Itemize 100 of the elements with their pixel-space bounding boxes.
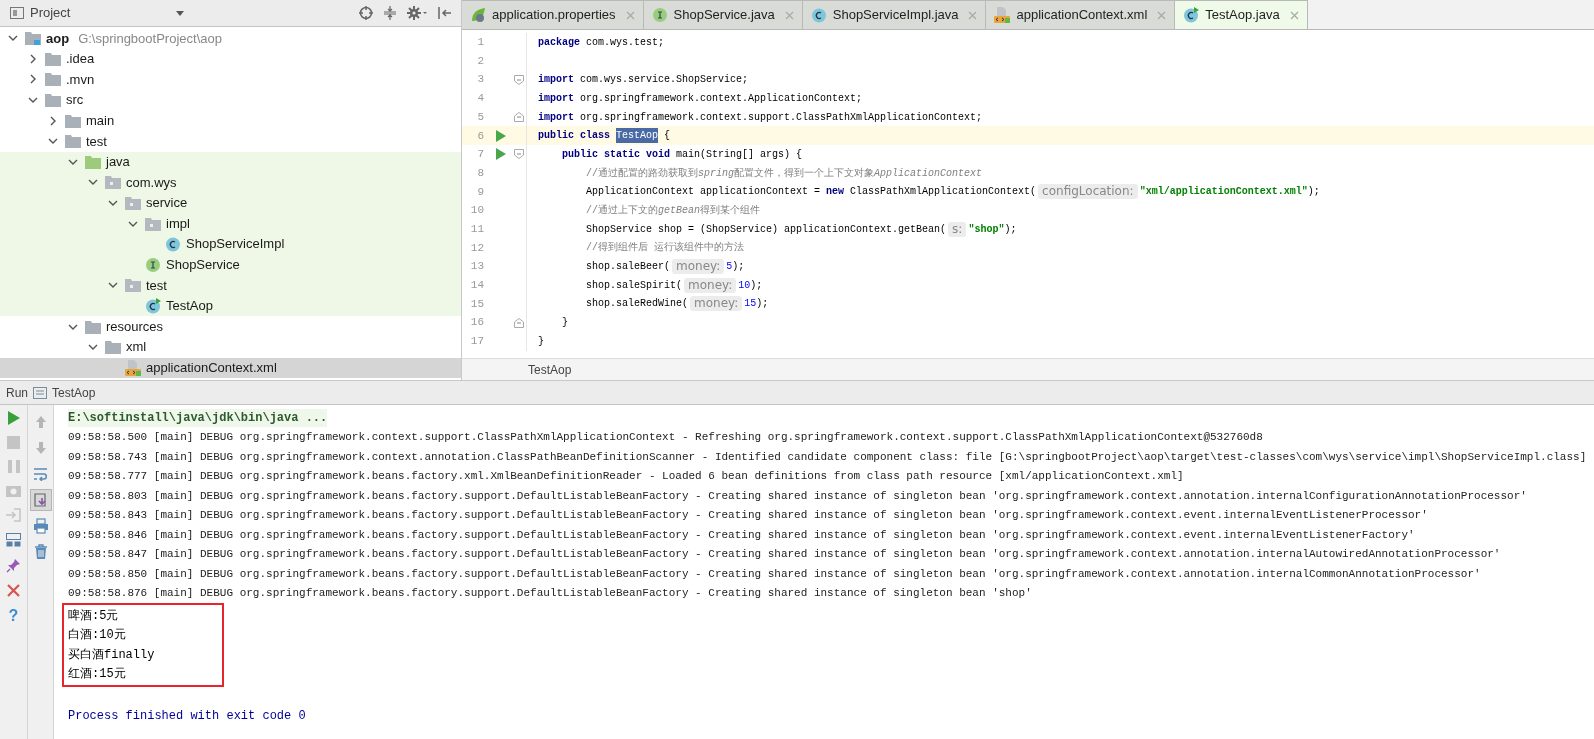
pin-icon[interactable] xyxy=(6,558,21,573)
tree-item[interactable]: .idea xyxy=(0,48,461,70)
code-line: shop.saleRedWine( money: 15); xyxy=(585,296,769,312)
code-line: } xyxy=(538,334,544,349)
code-line: ShopService shop = (ShopService) applicationContext.getBean( s: "shop"); xyxy=(585,221,1017,237)
code-line: //得到组件后 运行该组件中的方法 xyxy=(585,240,744,256)
folder-icon xyxy=(85,319,101,334)
code-line: shop.saleBeer( money: 5); xyxy=(585,259,745,275)
project-icon xyxy=(10,7,24,19)
console-line: 09:58:58.850 [main] DEBUG org.springframework.beans.factory.support.DefaultListableBeanFactory - Creating shared instance of singleton bean 'org.springframework.context.annotation.internalCommonAnnotationProcessor' xyxy=(68,566,1481,582)
tree-item[interactable]: test xyxy=(0,275,461,296)
panel-title: Project xyxy=(30,4,71,23)
chevron-right-icon[interactable] xyxy=(28,53,38,64)
leaf-icon xyxy=(470,7,486,23)
line-number: 2 xyxy=(476,53,484,69)
printer-icon[interactable] xyxy=(32,518,49,534)
package-icon xyxy=(105,175,121,190)
chevron-right-icon[interactable] xyxy=(48,115,58,126)
package-icon xyxy=(145,216,161,231)
line-number: 1 xyxy=(476,35,484,51)
code-line: } xyxy=(561,316,568,331)
close-icon[interactable] xyxy=(1289,10,1299,20)
project-path: G:\springbootProject\aop xyxy=(78,29,222,48)
run-icon[interactable] xyxy=(7,411,20,425)
folder-icon xyxy=(65,134,81,149)
tree-item[interactable]: ShopServiceImpl xyxy=(0,233,461,255)
console-line: 09:58:58.803 [main] DEBUG org.springframework.beans.factory.support.DefaultListableBeanFactory - Creating shared instance of singleton bean 'org.springframework.context.annotation.internalConfigurationAnnotationProcessor' xyxy=(68,488,1527,504)
target-icon[interactable] xyxy=(359,6,373,20)
xml-file-icon xyxy=(125,359,141,376)
folder-icon xyxy=(65,113,81,128)
line-number: 15 xyxy=(469,296,484,312)
collapse-icon[interactable] xyxy=(383,6,397,20)
code-line: //通过上下文的getBean得到某个组件 xyxy=(585,203,761,219)
code-line: ApplicationContext applicationContext = new ClassPathXmlApplicationContext( configLocation: "xml/applicationContext.xml"); xyxy=(585,184,1320,200)
settings-icon[interactable] xyxy=(407,6,427,20)
line-number: 8 xyxy=(476,165,484,181)
tree-item[interactable]: applicationContext.xml xyxy=(0,357,461,379)
editor-tab[interactable]: application.properties xyxy=(462,0,644,29)
run-panel-label[interactable]: Run xyxy=(6,383,28,402)
chevron-right-icon[interactable] xyxy=(28,74,38,85)
class-icon xyxy=(1183,7,1200,23)
parameter-hint: configLocation: xyxy=(1038,184,1138,200)
hide-panel-icon[interactable] xyxy=(437,6,451,20)
wrap-icon[interactable] xyxy=(32,467,49,481)
line-number: 11 xyxy=(469,221,484,237)
tree-item[interactable]: java xyxy=(0,151,461,173)
fold-icon[interactable] xyxy=(514,149,524,160)
tree-item[interactable]: impl xyxy=(0,213,461,234)
interface-icon xyxy=(651,7,668,23)
line-number: 16 xyxy=(469,315,484,331)
code-line: import com.wys.service.ShopService; xyxy=(538,73,749,88)
tree-item[interactable]: aop G:\springbootProject\aop xyxy=(0,28,461,49)
tree-item[interactable]: TestAop xyxy=(0,295,461,317)
run-gutter-icon[interactable] xyxy=(496,148,506,161)
tree-item[interactable]: main xyxy=(0,110,461,131)
console-line: 09:58:58.777 [main] DEBUG org.springframework.beans.factory.xml.XmlBeanDefinitionReader - Loaded 6 bean definitions from class path resource [xml/applicationContext.xml] xyxy=(68,469,1184,484)
trash-icon[interactable] xyxy=(32,544,49,560)
code-line: public class TestAop { xyxy=(538,128,671,144)
class-icon xyxy=(810,7,827,23)
folder-icon xyxy=(105,340,121,355)
editor-tab[interactable]: TestAop.java xyxy=(1175,0,1308,29)
dropdown-caret-icon[interactable] xyxy=(176,10,185,16)
class-icon xyxy=(145,298,161,314)
code-line: //通过配置的路劲获取到spring配置文件，得到一个上下文对象ApplicationContext xyxy=(585,166,983,181)
close-icon[interactable] xyxy=(7,584,20,597)
fold-icon[interactable] xyxy=(514,317,524,328)
tree-item[interactable]: ShopService xyxy=(0,254,461,276)
line-number: 3 xyxy=(476,72,484,88)
console-line: 09:58:58.500 [main] DEBUG org.springframework.context.support.ClassPathXmlApplicationContext - Refreshing org.springframework.context.support.ClassPathXmlApplicationContext@532760d8 xyxy=(68,430,1263,445)
console-output: 红酒:15元 xyxy=(68,666,126,684)
folder-icon xyxy=(45,51,61,66)
code-line: public static void main(String[] args) { xyxy=(561,147,803,162)
tree-item[interactable]: xml xyxy=(0,336,461,358)
line-number: 13 xyxy=(469,259,484,275)
package-icon xyxy=(125,278,141,293)
exit-message: Process finished with exit code 0 xyxy=(68,708,306,726)
class-icon xyxy=(165,236,181,253)
tree-item[interactable]: test xyxy=(0,130,461,152)
layout-icon[interactable] xyxy=(6,533,21,547)
tree-item[interactable]: service xyxy=(0,192,461,214)
fold-icon[interactable] xyxy=(514,74,524,85)
fold-icon[interactable] xyxy=(514,112,524,123)
editor-tab[interactable]: ShopServiceImpl.java xyxy=(802,0,987,29)
xml-file-icon xyxy=(994,7,1011,23)
tree-item[interactable]: src xyxy=(0,89,461,111)
tree-item[interactable]: resources xyxy=(0,316,461,337)
console-line: 09:58:58.846 [main] DEBUG org.springframework.beans.factory.support.DefaultListableBeanFactory - Creating shared instance of singleton bean 'org.springframework.context.event.internalEventListenerFactory' xyxy=(68,527,1415,543)
code-line: import org.springframework.context.ApplicationContext; xyxy=(538,91,863,106)
run-gutter-icon[interactable] xyxy=(496,129,506,142)
line-number: 12 xyxy=(469,240,484,256)
editor-tab[interactable]: ShopService.java xyxy=(643,0,803,29)
tree-item[interactable]: com.wys xyxy=(0,172,461,193)
console-output: 买白酒finally xyxy=(68,646,155,664)
breadcrumb[interactable]: TestAop xyxy=(528,360,572,379)
package-icon xyxy=(125,196,141,211)
scroll-to-end-icon[interactable] xyxy=(32,492,49,508)
console-output: 白酒:10元 xyxy=(68,627,126,645)
tree-item[interactable]: .mvn xyxy=(0,69,461,90)
run-config-tab[interactable]: TestAop xyxy=(52,383,96,402)
editor-tab[interactable]: applicationContext.xml xyxy=(986,0,1176,29)
